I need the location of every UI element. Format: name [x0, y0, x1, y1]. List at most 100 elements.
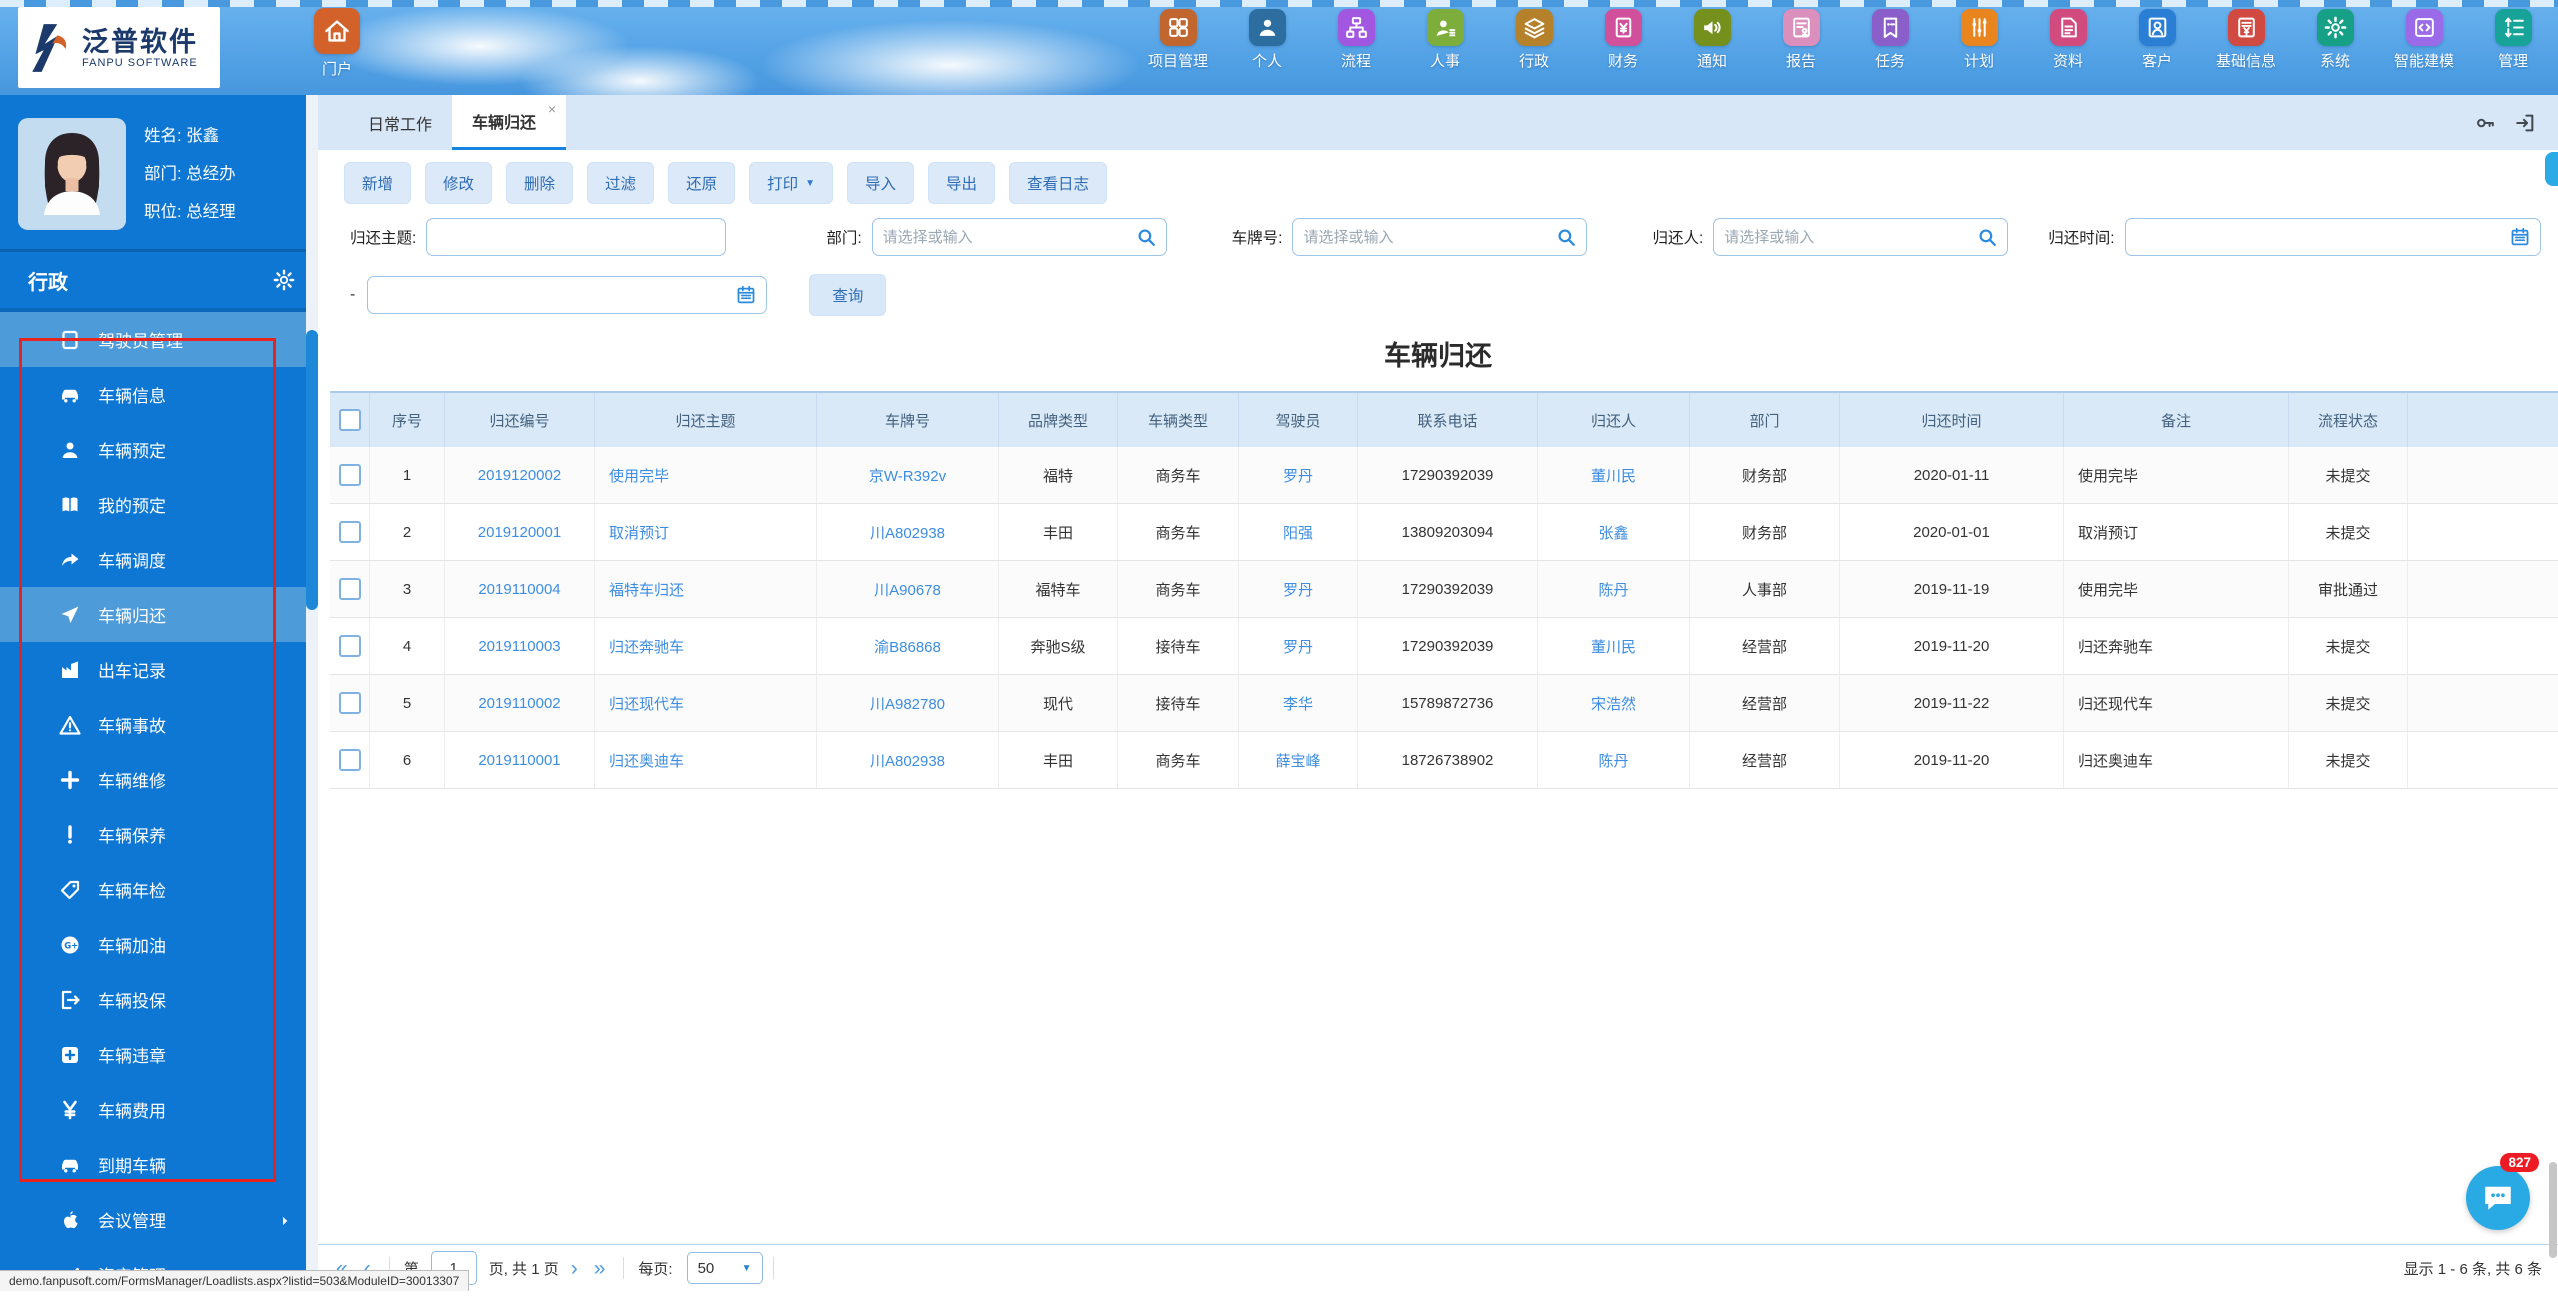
search-icon[interactable] — [1135, 226, 1157, 248]
cell-subject[interactable]: 归还奔驰车 — [595, 618, 817, 674]
return-time-start-input[interactable] — [2124, 218, 2541, 256]
cell-returner[interactable]: 宋浩然 — [1538, 675, 1690, 731]
toolbar-button[interactable]: 新增 ▼ — [344, 162, 412, 204]
toolbar-button[interactable]: 还原 ▼ — [668, 162, 736, 204]
column-header[interactable]: 车辆类型 — [1118, 393, 1239, 447]
topnav-item[interactable]: 资料 — [2037, 9, 2099, 71]
cell-plate[interactable]: 川A802938 — [817, 504, 999, 560]
cell-plate[interactable]: 渝B86868 — [817, 618, 999, 674]
cell-plate[interactable]: 川A802938 — [817, 732, 999, 788]
scrollbar-fragment[interactable] — [2549, 1162, 2557, 1258]
cell-returner[interactable]: 董川民 — [1538, 447, 1690, 503]
row-checkbox[interactable] — [338, 749, 361, 771]
cell-return-code[interactable]: 2019110003 — [445, 618, 595, 674]
next-page-button[interactable]: › — [563, 1258, 586, 1279]
column-header[interactable]: 流程状态 — [2289, 393, 2408, 447]
topnav-item[interactable]: 报告 — [1770, 9, 1832, 71]
toolbar-button[interactable]: 修改 ▼ — [425, 162, 493, 204]
search-icon[interactable] — [1555, 226, 1577, 248]
cell-driver[interactable]: 罗丹 — [1239, 618, 1358, 674]
sidebar-scrollbar-track[interactable] — [306, 95, 318, 1291]
cell-returner[interactable]: 董川民 — [1538, 618, 1690, 674]
toolbar-button[interactable]: 删除 ▼ — [506, 162, 574, 204]
page-size-select[interactable]: 50 ▼ — [686, 1252, 763, 1284]
cell-returner[interactable]: 陈丹 — [1538, 732, 1690, 788]
cell-return-code[interactable]: 2019110002 — [445, 675, 595, 731]
column-header[interactable]: 归还主题 — [595, 393, 817, 447]
cell-plate[interactable]: 京W-R392v — [817, 447, 999, 503]
cell-driver[interactable]: 李华 — [1239, 675, 1358, 731]
cell-returner[interactable]: 张鑫 — [1538, 504, 1690, 560]
select-all-checkbox[interactable] — [338, 409, 361, 431]
topnav-item[interactable]: 通知 — [1681, 9, 1743, 71]
column-header[interactable]: 序号 — [370, 393, 445, 447]
topnav-item[interactable]: 项目管理 — [1147, 9, 1209, 71]
column-header[interactable]: 驾驶员 — [1239, 393, 1358, 447]
row-checkbox[interactable] — [338, 578, 361, 600]
sidebar-menu-item[interactable]: 车辆年检 — [0, 862, 318, 917]
toolbar-button[interactable]: 查看日志 ▼ — [1009, 162, 1108, 204]
topnav-item[interactable]: 管理 — [2482, 9, 2544, 71]
plate-input[interactable] — [1292, 218, 1588, 256]
sidebar-menu-item[interactable]: 车辆归还 — [0, 587, 318, 642]
cell-subject[interactable]: 取消预订 — [595, 504, 817, 560]
cell-return-code[interactable]: 2019120002 — [445, 447, 595, 503]
edge-scroll-button[interactable] — [2545, 152, 2558, 186]
toolbar-button[interactable]: 导入 ▼ — [847, 162, 915, 204]
topnav-item[interactable]: 个人 — [1236, 9, 1298, 71]
cell-driver[interactable]: 薛宝峰 — [1239, 732, 1358, 788]
exit-icon[interactable] — [2514, 112, 2536, 134]
cell-return-code[interactable]: 2019120001 — [445, 504, 595, 560]
gear-icon[interactable] — [272, 268, 296, 292]
column-header[interactable]: 归还编号 — [445, 393, 595, 447]
sidebar-menu-item[interactable]: 车辆调度 — [0, 532, 318, 587]
cell-subject[interactable]: 使用完毕 — [595, 447, 817, 503]
sidebar-menu-item[interactable]: 我的预定 — [0, 477, 318, 532]
cell-return-code[interactable]: 2019110004 — [445, 561, 595, 617]
column-header[interactable]: 归还人 — [1538, 393, 1690, 447]
topnav-item[interactable]: 人事 — [1414, 9, 1476, 71]
sidebar-menu-item[interactable]: 车辆维修 — [0, 752, 318, 807]
returner-input[interactable] — [1713, 218, 2009, 256]
dept-input[interactable] — [871, 218, 1167, 256]
column-header[interactable]: 备注 — [2064, 393, 2289, 447]
cell-subject[interactable]: 归还现代车 — [595, 675, 817, 731]
sidebar-menu-item[interactable]: 车辆事故 — [0, 697, 318, 752]
sidebar-menu-item[interactable]: 车辆费用 — [0, 1082, 318, 1137]
sidebar-group-item[interactable]: 会议管理 — [0, 1192, 318, 1247]
calendar-icon[interactable] — [735, 284, 757, 306]
topnav-item[interactable]: 智能建模 — [2393, 9, 2455, 71]
column-header[interactable]: 部门 — [1690, 393, 1840, 447]
return-time-end-input[interactable] — [367, 276, 768, 314]
topnav-item[interactable]: 行政 — [1503, 9, 1565, 71]
cell-returner[interactable]: 陈丹 — [1538, 561, 1690, 617]
topnav-item[interactable]: 系统 — [2304, 9, 2366, 71]
cell-plate[interactable]: 川A982780 — [817, 675, 999, 731]
sidebar-menu-item[interactable]: 驾驶员管理 — [0, 312, 318, 367]
row-checkbox[interactable] — [338, 521, 361, 543]
row-checkbox[interactable] — [338, 692, 361, 714]
topnav-item[interactable]: 计划 — [1948, 9, 2010, 71]
column-header[interactable]: 品牌类型 — [999, 393, 1118, 447]
row-checkbox[interactable] — [338, 464, 361, 486]
sidebar-menu-item[interactable]: 车辆违章 — [0, 1027, 318, 1082]
cell-plate[interactable]: 川A90678 — [817, 561, 999, 617]
topnav-item[interactable]: 财务 — [1592, 9, 1654, 71]
tab-daily-work[interactable]: 日常工作 — [348, 95, 452, 150]
topnav-item[interactable]: 客户 — [2126, 9, 2188, 71]
close-tab-icon[interactable]: × — [548, 101, 556, 117]
sidebar-menu-item[interactable]: 车辆预定 — [0, 422, 318, 477]
cell-return-code[interactable]: 2019110001 — [445, 732, 595, 788]
cell-driver[interactable]: 罗丹 — [1239, 561, 1358, 617]
key-icon[interactable] — [2474, 112, 2496, 134]
cell-subject[interactable]: 福特车归还 — [595, 561, 817, 617]
topnav-item[interactable]: 流程 — [1325, 9, 1387, 71]
sidebar-menu-item[interactable]: 到期车辆 — [0, 1137, 318, 1192]
toolbar-button[interactable]: 打印 ▼ — [749, 162, 833, 204]
chat-button[interactable]: 827 — [2466, 1153, 2539, 1230]
cell-driver[interactable]: 阳强 — [1239, 504, 1358, 560]
column-header[interactable]: 车牌号 — [817, 393, 999, 447]
toolbar-button[interactable]: 导出 ▼ — [928, 162, 996, 204]
cell-subject[interactable]: 归还奥迪车 — [595, 732, 817, 788]
last-page-button[interactable]: » — [586, 1258, 614, 1279]
